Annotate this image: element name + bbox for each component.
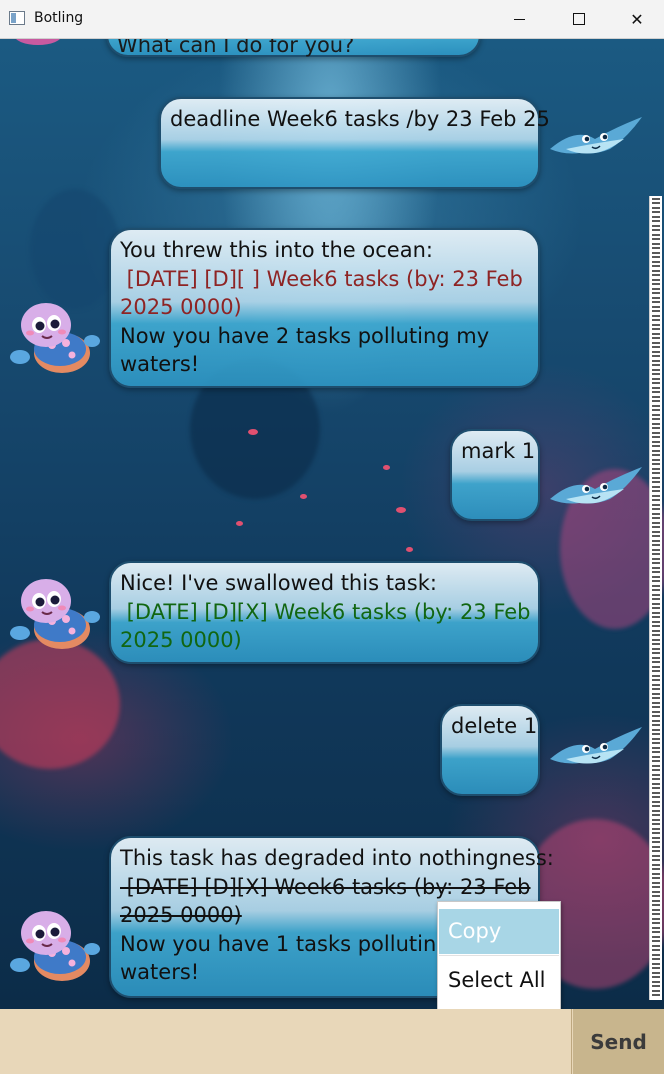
sea-turtle-icon <box>10 303 100 373</box>
background-fish <box>236 521 243 526</box>
message-text: delete 1 <box>451 714 538 738</box>
input-bar: Send <box>0 1009 664 1074</box>
background-fish <box>383 465 390 470</box>
maximize-button[interactable] <box>556 0 602 38</box>
background-fish <box>248 429 258 435</box>
message-text: Now you have 2 tasks polluting my <box>120 323 490 348</box>
message-text: waters! <box>120 352 200 376</box>
message-text: Nice! I've swallowed this task: <box>120 571 437 595</box>
message-input[interactable] <box>0 1009 572 1074</box>
chat-scroll-area[interactable]: What can I do for you? deadline Week6 ta… <box>0 39 664 1009</box>
user-message-bubble[interactable]: delete 1 <box>440 704 540 796</box>
user-avatar <box>546 719 644 781</box>
background-rock <box>30 189 120 309</box>
bot-avatar <box>6 573 102 663</box>
task-text: 2025 0000) <box>120 295 242 319</box>
context-menu-select-all[interactable]: Select All <box>439 958 559 1003</box>
title-bar: Botling ✕ <box>0 0 664 39</box>
close-icon: ✕ <box>630 9 644 29</box>
user-message-bubble[interactable]: deadline Week6 tasks /by 23 Feb 25 <box>159 97 550 189</box>
message-text: You threw this into the ocean: <box>120 238 433 262</box>
context-menu: Copy Select All <box>437 901 561 1010</box>
maximize-icon <box>573 13 585 25</box>
manta-ray-icon <box>550 117 642 154</box>
background-fish <box>406 547 413 552</box>
bot-avatar-sea-turtle-icon <box>8 39 68 55</box>
user-avatar <box>546 109 644 171</box>
message-text: deadline Week6 tasks /by 23 Feb 25 <box>170 107 550 131</box>
bot-message-bubble[interactable]: You threw this into the ocean: [DATE] [D… <box>109 228 540 388</box>
task-text: [DATE] [D][X] Week6 tasks (by: 23 Feb <box>120 599 531 624</box>
task-text: 2025 0000) <box>120 628 242 652</box>
send-button[interactable]: Send <box>573 1009 664 1074</box>
scrollbar-thumb[interactable] <box>652 198 660 998</box>
bot-message-bubble-partial[interactable]: What can I do for you? <box>106 39 481 57</box>
bot-message-bubble[interactable]: Nice! I've swallowed this task: [DATE] [… <box>109 561 540 664</box>
message-text: What can I do for you? <box>117 39 355 57</box>
window-title: Botling <box>34 10 84 26</box>
manta-ray-icon <box>550 727 642 764</box>
context-menu-separator <box>439 955 559 956</box>
sea-turtle-icon <box>10 579 100 649</box>
task-text: [DATE] [D][ ] Week6 tasks (by: 23 Feb <box>120 266 523 291</box>
message-text: This task has degraded into nothingness: <box>120 846 554 870</box>
user-message-bubble[interactable]: mark 1 <box>450 429 540 521</box>
sea-turtle-icon <box>16 39 60 45</box>
background-fish <box>396 507 406 513</box>
user-avatar <box>546 459 644 521</box>
bot-avatar <box>6 905 102 995</box>
bot-avatar <box>6 297 102 387</box>
scrollbar[interactable] <box>649 196 662 1000</box>
context-menu-copy[interactable]: Copy <box>439 909 559 954</box>
app-window-icon <box>9 11 25 25</box>
close-button[interactable]: ✕ <box>614 0 660 38</box>
message-text: mark 1 <box>461 439 536 463</box>
minimize-icon <box>513 18 525 20</box>
manta-ray-icon <box>550 467 642 504</box>
minimize-button[interactable] <box>496 0 542 38</box>
sea-turtle-icon <box>10 911 100 981</box>
background-fish <box>300 494 307 499</box>
deleted-task-text: [DATE] [D][X] Week6 tasks (by: 23 Feb <box>120 874 531 899</box>
